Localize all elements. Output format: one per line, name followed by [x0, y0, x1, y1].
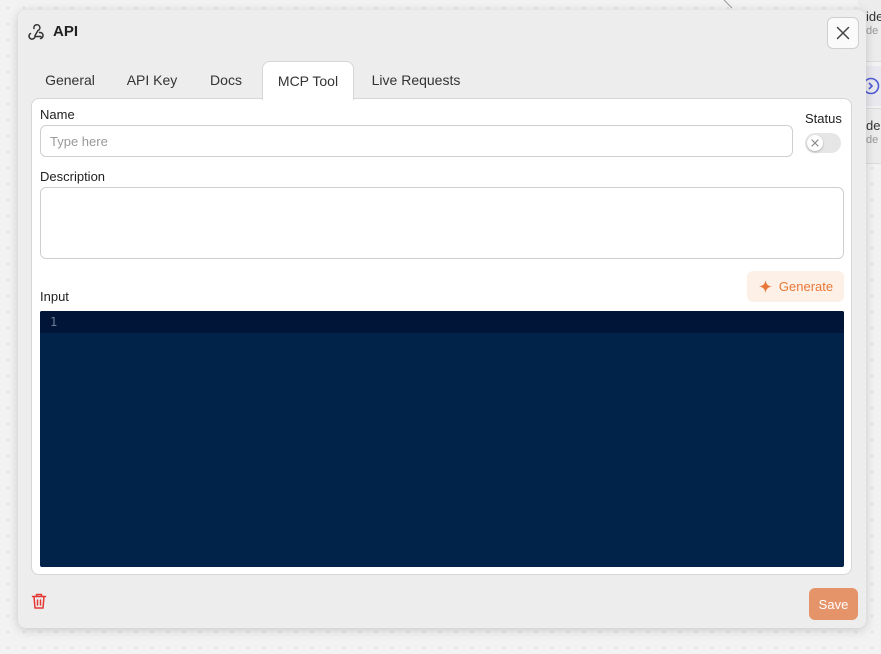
tab-live-requests[interactable]: Live Requests	[354, 61, 478, 99]
tab-general[interactable]: General	[32, 61, 108, 99]
name-label: Name	[40, 107, 75, 122]
background-node-2-title: de	[866, 118, 881, 133]
description-label: Description	[40, 169, 106, 184]
background-node-title: ide	[866, 9, 881, 24]
modal-title: API	[53, 23, 79, 40]
canvas-edge-line	[723, 0, 733, 9]
description-textarea[interactable]	[40, 187, 844, 259]
status-toggle[interactable]	[805, 133, 841, 153]
generate-label: Generate	[778, 279, 834, 294]
modal-header: API	[18, 10, 866, 54]
save-button[interactable]: Save	[809, 588, 858, 620]
editor-line-number: 1	[50, 315, 58, 329]
trash-icon[interactable]	[30, 592, 48, 610]
close-button[interactable]	[827, 17, 859, 49]
tab-mcp-tool[interactable]: MCP Tool	[262, 61, 354, 100]
status-label: Status	[805, 111, 842, 126]
name-input[interactable]	[40, 125, 793, 157]
toggle-knob	[807, 135, 823, 151]
editor-active-line	[40, 311, 844, 333]
input-code-editor[interactable]: 1	[40, 311, 844, 567]
close-icon	[836, 26, 850, 40]
tab-docs[interactable]: Docs	[196, 61, 256, 99]
tab-bar: General API Key Docs MCP Tool Live Reque…	[32, 61, 478, 100]
background-node-subtitle: de	[866, 25, 879, 37]
api-modal: API General API Key Docs MCP Tool Live R…	[18, 10, 866, 628]
input-label: Input	[40, 289, 69, 304]
x-icon	[811, 139, 819, 147]
generate-button[interactable]: Generate	[747, 271, 844, 302]
background-node-2-subtitle: de	[866, 134, 879, 146]
webhook-icon	[28, 23, 44, 40]
sparkle-icon	[758, 279, 772, 294]
tab-api-key[interactable]: API Key	[108, 61, 196, 99]
mcp-tool-panel: Name Status Description Input Generate 1	[31, 98, 852, 575]
